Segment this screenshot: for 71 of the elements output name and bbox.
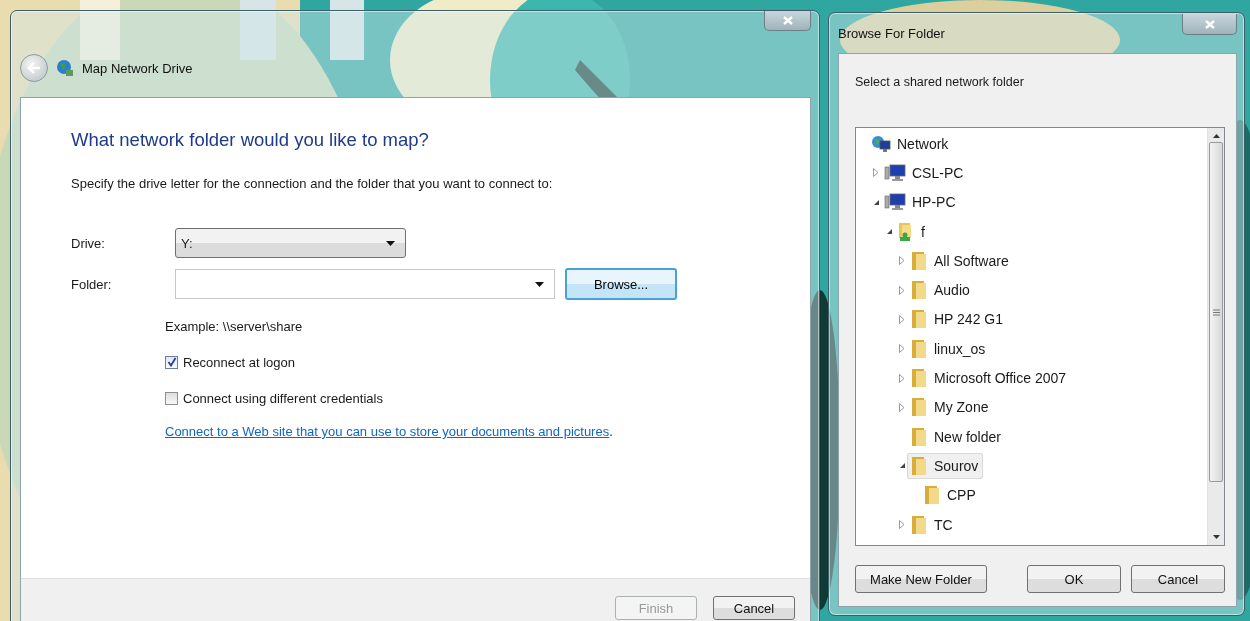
- folder-icon: [910, 455, 928, 476]
- tree-item[interactable]: HP-PC: [881, 190, 961, 215]
- window-title: Browse For Folder: [838, 26, 945, 41]
- tree-item[interactable]: New folder: [907, 423, 1006, 450]
- tree-item[interactable]: TC: [907, 511, 958, 538]
- web-site-sentence: Connect to a Web site that you can use to store your documents and pictures.: [165, 424, 613, 440]
- collapsed-arrow-icon[interactable]: [899, 373, 905, 383]
- scroll-up-icon[interactable]: [1212, 134, 1220, 138]
- dialog-button[interactable]: OK: [1027, 565, 1121, 593]
- close-icon: [1204, 19, 1215, 29]
- folder-label: Folder:: [71, 276, 113, 292]
- grip-icon: [1212, 308, 1220, 316]
- folder-icon: [910, 280, 928, 301]
- tree-item[interactable]: HP 242 G1: [907, 306, 1008, 333]
- tree-item[interactable]: Sourov: [907, 452, 984, 479]
- example-text: Example: \\server\share: [165, 319, 303, 335]
- back-arrow-icon: [27, 62, 41, 74]
- browse-button[interactable]: Browse...: [565, 268, 677, 300]
- folder-field[interactable]: [175, 269, 555, 299]
- tree-item[interactable]: All Software: [907, 247, 1014, 274]
- collapsed-arrow-icon[interactable]: [899, 314, 905, 324]
- folder-icon: [923, 485, 941, 506]
- folder-icon: [910, 426, 928, 447]
- tree-item[interactable]: My Zone: [907, 394, 994, 421]
- folder-icon: [910, 338, 928, 359]
- tree-item[interactable]: CPP: [920, 482, 981, 509]
- dropdown-arrow-icon: [386, 240, 395, 246]
- dialog-button[interactable]: Cancel: [1131, 565, 1225, 593]
- tree-item[interactable]: Audio: [907, 277, 975, 304]
- network-icon: [871, 134, 891, 153]
- collapsed-arrow-icon[interactable]: [899, 285, 905, 295]
- prompt-text: Select a shared network folder: [855, 74, 1025, 91]
- instruction-text: Specify the drive letter for the connection and the folder that you want to connect to:: [71, 176, 554, 192]
- tree-item[interactable]: Microsoft Office 2007: [907, 365, 1072, 391]
- tree-item[interactable]: linux_os: [907, 335, 991, 362]
- folder-icon: [910, 309, 928, 330]
- network-drive-icon: [56, 59, 74, 77]
- folder-icon: [910, 397, 928, 418]
- computer-icon: [884, 193, 906, 212]
- folder-icon: [910, 514, 928, 535]
- checkbox[interactable]: [165, 355, 178, 369]
- expanded-arrow-icon[interactable]: [872, 198, 880, 206]
- close-button[interactable]: [764, 11, 811, 31]
- checkbox-label: Connect using different credentials: [183, 390, 383, 406]
- scroll-down-icon[interactable]: [1212, 535, 1220, 539]
- collapsed-arrow-icon[interactable]: [899, 344, 905, 354]
- folder-icon: [910, 250, 928, 271]
- dropdown-arrow-icon: [535, 281, 544, 287]
- drive-dropdown[interactable]: Y:: [175, 228, 406, 258]
- checkbox-label: Reconnect at logon: [183, 354, 296, 370]
- footer-button[interactable]: Cancel: [713, 596, 795, 620]
- close-button[interactable]: [1182, 14, 1237, 35]
- folder-icon: [910, 368, 928, 388]
- collapsed-arrow-icon[interactable]: [899, 402, 905, 412]
- collapsed-arrow-icon[interactable]: [873, 168, 879, 178]
- checkbox[interactable]: [165, 391, 178, 405]
- dialog-heading: What network folder would you like to map?: [71, 128, 430, 152]
- tree-item[interactable]: CSL-PC: [881, 160, 969, 185]
- expanded-arrow-icon[interactable]: [898, 462, 906, 470]
- scrollbar-thumb[interactable]: [1209, 142, 1223, 482]
- scrollbar[interactable]: [1207, 128, 1224, 545]
- close-icon: [782, 16, 793, 25]
- window-title: Map Network Drive: [82, 60, 193, 76]
- collapsed-arrow-icon[interactable]: [899, 256, 905, 266]
- collapsed-arrow-icon[interactable]: [899, 520, 905, 529]
- expanded-arrow-icon[interactable]: [885, 228, 893, 236]
- drive-label: Drive:: [71, 235, 106, 251]
- computer-icon: [884, 163, 906, 182]
- dialog-button[interactable]: Make New Folder: [855, 565, 987, 593]
- tree-item[interactable]: Network: [868, 131, 954, 156]
- tree-item[interactable]: f: [894, 218, 930, 245]
